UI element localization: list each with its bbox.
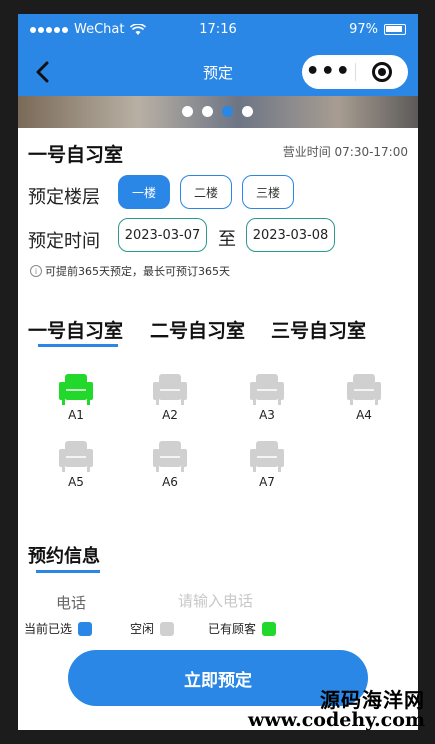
more-menu-button[interactable]: ••• (302, 61, 355, 83)
legend-occupied-swatch (262, 621, 277, 636)
floor-option-1[interactable]: 一楼 (118, 175, 170, 209)
battery-info: 97% (349, 22, 406, 37)
watermark-name: 源码海洋网 (320, 688, 425, 712)
booking-note: i 可提前365天预定，最长可预订365天 (30, 263, 230, 279)
status-bar: WeChat 17:16 97% (18, 14, 418, 48)
start-date-picker[interactable]: 2023-03-07 (118, 218, 207, 252)
carousel-dot[interactable] (242, 106, 253, 117)
info-icon: i (30, 265, 42, 277)
floor-option-2[interactable]: 二楼 (180, 175, 232, 209)
seat-label: A2 (162, 408, 178, 422)
booking-note-text: 可提前365天预定，最长可预订365天 (45, 265, 230, 278)
carousel-dot[interactable] (182, 106, 193, 117)
phone-input[interactable] (178, 590, 318, 612)
armchair-icon (59, 441, 93, 472)
seat-a1[interactable]: A1 (46, 372, 106, 422)
watermark-url: www.codehy.com (247, 709, 425, 731)
legend-occupied-label: 已有顾客 (208, 622, 257, 636)
tab-room-1[interactable]: 一号自习室 (28, 316, 123, 343)
seat-label: A3 (259, 408, 275, 422)
booking-info-title: 预约信息 (28, 546, 100, 567)
armchair-icon (153, 441, 187, 472)
tab-room-3[interactable]: 三号自习室 (271, 316, 366, 343)
close-mini-program-button[interactable] (355, 62, 408, 82)
seat-label: A4 (356, 408, 372, 422)
app-screen: WeChat 17:16 97% 预定 ••• 一号自习室 营业时间 07:30… (18, 14, 418, 730)
seat-label: A1 (68, 408, 84, 422)
close-target-icon (371, 62, 392, 82)
date-separator: 至 (218, 229, 236, 250)
armchair-icon (250, 441, 284, 472)
battery-percent: 97% (349, 22, 378, 37)
armchair-icon (153, 374, 187, 405)
mini-program-capsule: ••• (302, 55, 408, 89)
room-name: 一号自习室 (28, 144, 124, 166)
seat-a6[interactable]: A6 (140, 439, 200, 489)
business-hours: 营业时间 07:30-17:00 (282, 145, 408, 159)
battery-icon (384, 24, 406, 35)
carousel-dot-active[interactable] (222, 106, 233, 117)
legend-free-swatch (160, 621, 175, 636)
seat-a2[interactable]: A2 (140, 372, 200, 422)
time-label: 预定时间 (28, 231, 100, 252)
legend-free: 空闲 (130, 620, 175, 637)
active-tab-indicator (38, 344, 118, 347)
seat-label: A6 (162, 475, 178, 489)
seat-a7[interactable]: A7 (237, 439, 297, 489)
carousel-indicators (182, 106, 253, 117)
legend-occupied: 已有顾客 (208, 620, 277, 637)
carousel-dot[interactable] (202, 106, 213, 117)
legend-selected: 当前已选 (24, 620, 93, 637)
legend-selected-label: 当前已选 (24, 622, 73, 636)
phone-label: 电话 (56, 594, 87, 612)
floor-label: 预定楼层 (28, 187, 100, 208)
seat-a3[interactable]: A3 (237, 372, 297, 422)
seat-label: A5 (68, 475, 84, 489)
seat-a5[interactable]: A5 (46, 439, 106, 489)
floor-option-3[interactable]: 三楼 (242, 175, 294, 209)
armchair-icon (59, 374, 93, 405)
legend-selected-swatch (78, 621, 93, 636)
legend-free-label: 空闲 (130, 622, 155, 636)
armchair-icon (347, 374, 381, 405)
armchair-icon (250, 374, 284, 405)
end-date-picker[interactable]: 2023-03-08 (246, 218, 335, 252)
nav-bar: 预定 ••• (18, 48, 418, 96)
watermark: 源码海洋网 www.codehy.com (248, 690, 425, 731)
tab-room-2[interactable]: 二号自习室 (150, 316, 245, 343)
seat-a4[interactable]: A4 (334, 372, 394, 422)
banner-carousel[interactable] (18, 96, 418, 128)
seat-label: A7 (259, 475, 275, 489)
booking-info-underline (36, 570, 100, 573)
